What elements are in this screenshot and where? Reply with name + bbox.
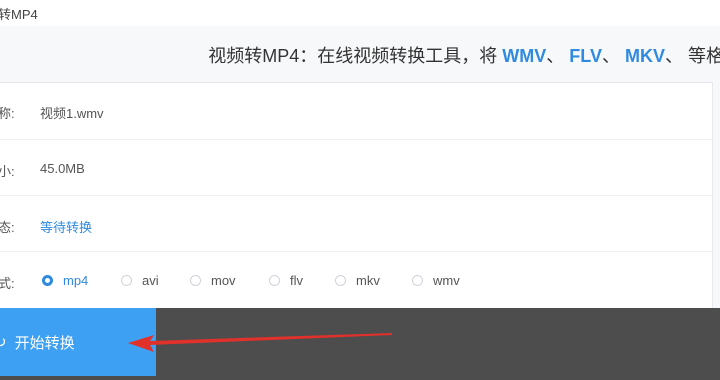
format-option-label: mov (211, 273, 236, 288)
headline-suffix: 等格 (688, 46, 720, 66)
file-size-value: 45.0MB (40, 161, 85, 176)
radio-unselected-icon (412, 275, 423, 286)
headline-prefix: 视频转MP4：在线视频转换工具，将 (208, 46, 503, 66)
format-option-label: avi (142, 273, 159, 288)
file-info-card: 称: 视频1.wmv 小: 45.0MB 态: 等待转换 式: mp4 avi … (0, 82, 713, 312)
format-option-wmv[interactable]: wmv (412, 273, 460, 288)
radio-unselected-icon (335, 275, 346, 286)
tab-title: 转MP4 (0, 7, 38, 22)
format-option-label: wmv (433, 273, 460, 288)
format-option-mkv[interactable]: mkv (335, 273, 380, 288)
status-row: 态: 等待转换 (0, 195, 712, 252)
headline-separator: 、 (546, 46, 570, 66)
output-format-row: 式: mp4 avi mov flv mkv wmv (0, 251, 712, 307)
radio-unselected-icon (269, 275, 280, 286)
format-option-label: mp4 (63, 273, 89, 288)
page-headline: 视频转MP4：在线视频转换工具，将 WMV、 FLV、 MKV、 等格 (208, 42, 720, 68)
radio-unselected-icon (121, 275, 132, 286)
format-radio-group: mp4 avi mov flv mkv wmv (0, 273, 712, 293)
file-size-row: 小: 45.0MB (0, 139, 712, 196)
headline-separator: 、 (601, 46, 625, 66)
status-value: 等待转换 (40, 220, 93, 235)
format-option-avi[interactable]: avi (121, 273, 159, 288)
headline-format-mkv: MKV (624, 46, 665, 66)
format-option-label: mkv (356, 273, 380, 288)
format-option-mov[interactable]: mov (190, 273, 236, 288)
format-option-flv[interactable]: flv (269, 273, 303, 288)
radio-selected-icon (42, 275, 53, 286)
format-option-label: flv (290, 273, 303, 288)
format-option-mp4[interactable]: mp4 (42, 273, 88, 288)
file-name-value: 视频1.wmv (40, 106, 104, 121)
annotation-arrow-icon (128, 333, 392, 352)
top-bar: 转MP4 (0, 0, 720, 26)
radio-unselected-icon (190, 275, 201, 286)
file-size-label: 小: (0, 164, 15, 179)
headline-separator: 、 (664, 46, 688, 66)
status-label: 态: (0, 220, 15, 235)
headline-format-wmv: WMV (502, 46, 547, 66)
file-name-label: 称: (0, 106, 15, 121)
file-name-row: 称: 视频1.wmv (0, 83, 712, 140)
headline-format-flv: FLV (569, 46, 602, 66)
